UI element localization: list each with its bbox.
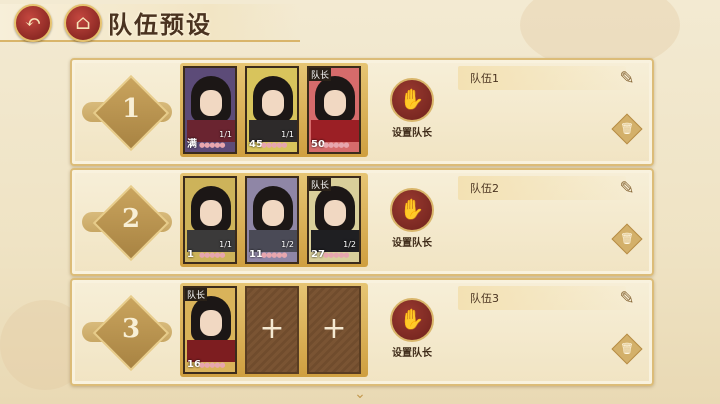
leader-badge: 队长 [309, 68, 332, 81]
character-card[interactable]: 队长 16 ●●●●● [183, 286, 237, 374]
character-card[interactable]: 队长 27 1/2 ●●●●● [307, 176, 361, 264]
team-number: 1 [121, 94, 141, 124]
back-arrow-icon: ↶ [24, 10, 42, 34]
team-card: 1 满 1/1 ●●●●● 45 1/1 ●●●●● 队长 50 ●●●●● ✋ 设置队长 队伍1 ✎ 🗑 [70, 58, 654, 166]
character-slots: 满 1/1 ●●●●● 45 1/1 ●●●●● 队长 50 ●●●●● [180, 63, 368, 157]
team-number: 2 [121, 204, 141, 234]
character-portrait [324, 90, 346, 116]
trash-icon: 🗑 [620, 122, 634, 135]
plus-icon: + [259, 311, 285, 346]
trash-icon: 🗑 [620, 342, 634, 355]
character-level: 1 [187, 249, 194, 260]
home-button[interactable]: ⌂ [64, 4, 102, 42]
character-count: 1/1 [219, 240, 232, 249]
leader-badge: 队长 [185, 288, 208, 301]
team-number-emblem: 2 [82, 182, 172, 262]
team-number-emblem: 1 [82, 72, 172, 152]
character-portrait [200, 310, 222, 336]
pencil-icon: ✎ [619, 68, 635, 89]
character-slots: 1 1/1 ●●●●● 11 1/2 ●●●●● 队长 27 1/2 ●●●●● [180, 173, 368, 267]
pencil-icon: ✎ [619, 178, 635, 199]
set-leader-button[interactable]: ✋ 设置队长 [384, 298, 440, 368]
team-number: 3 [121, 314, 141, 344]
rank-pips: ●●●●● [323, 141, 350, 149]
crown-fan-icon: ✋ [390, 78, 434, 122]
team-name: 队伍2 [470, 182, 499, 195]
set-leader-button[interactable]: ✋ 设置队长 [384, 188, 440, 258]
character-portrait [262, 90, 284, 116]
team-card: 2 1 1/1 ●●●●● 11 1/2 ●●●●● 队长 27 1/2 ●●●●● ✋ 设置队长 队伍2… [70, 168, 654, 276]
team-name: 队伍1 [470, 72, 499, 85]
trash-icon: 🗑 [620, 232, 634, 245]
character-level: 满 [187, 139, 197, 150]
character-card[interactable]: 1 1/1 ●●●●● [183, 176, 237, 264]
character-slots: 队长 16 ●●●●● + + [180, 283, 368, 377]
character-count: 1/2 [343, 240, 356, 249]
edit-name-button[interactable]: ✎ [616, 288, 638, 310]
delete-team-button[interactable]: 🗑 [611, 113, 643, 145]
character-count: 1/1 [281, 130, 294, 139]
pencil-icon: ✎ [619, 288, 635, 309]
character-portrait [324, 200, 346, 226]
set-leader-label: 设置队长 [392, 238, 432, 249]
page-title: 队伍预设 [108, 10, 212, 39]
team-number-emblem: 3 [82, 292, 172, 372]
delete-team-button[interactable]: 🗑 [611, 333, 643, 365]
character-count: 1/1 [219, 130, 232, 139]
character-portrait [200, 90, 222, 116]
home-icon: ⌂ [75, 10, 91, 34]
back-button[interactable]: ↶ [14, 4, 52, 42]
empty-slot-add[interactable]: + [307, 286, 361, 374]
chevron-down-icon[interactable]: ⌄ [349, 386, 371, 402]
rank-pips: ●●●●● [199, 361, 226, 369]
delete-team-button[interactable]: 🗑 [611, 223, 643, 255]
character-card[interactable]: 45 1/1 ●●●●● [245, 66, 299, 154]
rank-pips: ●●●●● [199, 141, 226, 149]
edit-name-button[interactable]: ✎ [616, 68, 638, 90]
team-card: 3 队长 16 ●●●●● + + ✋ 设置队长 队伍3 ✎ 🗑 [70, 278, 654, 386]
rank-pips: ●●●●● [261, 251, 288, 259]
plus-icon: + [321, 311, 347, 346]
character-card[interactable]: 满 1/1 ●●●●● [183, 66, 237, 154]
character-portrait [200, 200, 222, 226]
character-card[interactable]: 队长 50 ●●●●● [307, 66, 361, 154]
character-portrait [262, 200, 284, 226]
rank-pips: ●●●●● [199, 251, 226, 259]
rank-pips: ●●●●● [323, 251, 350, 259]
edit-name-button[interactable]: ✎ [616, 178, 638, 200]
character-count: 1/2 [281, 240, 294, 249]
empty-slot-add[interactable]: + [245, 286, 299, 374]
set-leader-label: 设置队长 [392, 128, 432, 139]
set-leader-label: 设置队长 [392, 348, 432, 359]
team-name: 队伍3 [470, 292, 499, 305]
set-leader-button[interactable]: ✋ 设置队长 [384, 78, 440, 148]
character-card[interactable]: 11 1/2 ●●●●● [245, 176, 299, 264]
rank-pips: ●●●●● [261, 141, 288, 149]
header: ↶ ⌂ 队伍预设 [0, 0, 720, 42]
leader-badge: 队长 [309, 178, 332, 191]
crown-fan-icon: ✋ [390, 298, 434, 342]
crown-fan-icon: ✋ [390, 188, 434, 232]
